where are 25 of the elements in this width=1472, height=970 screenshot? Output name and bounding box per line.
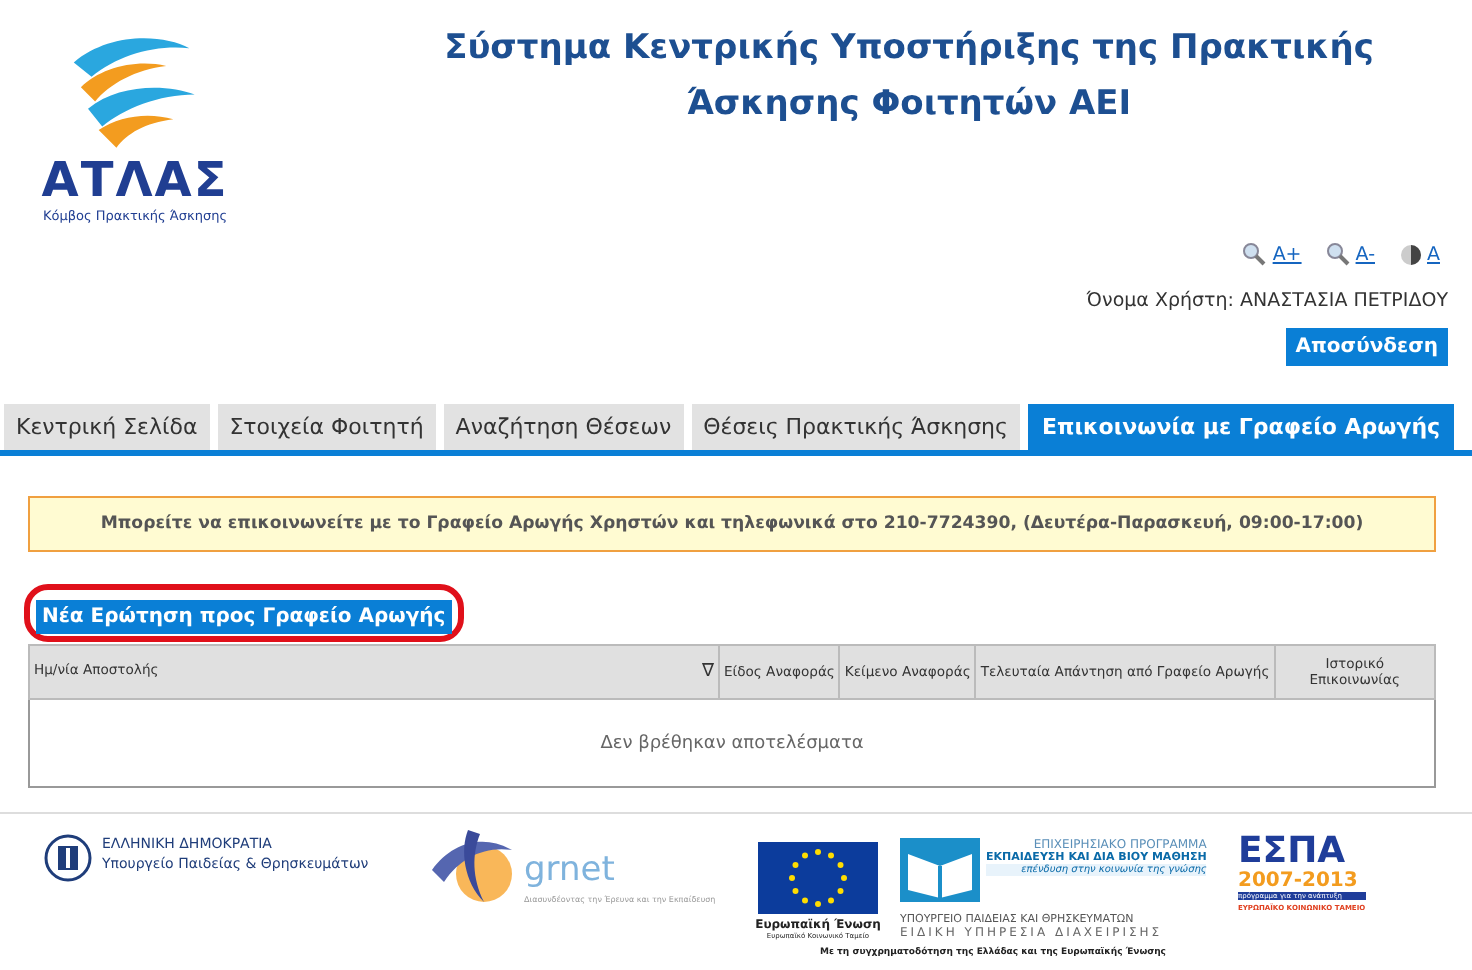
grnet-name: grnet xyxy=(524,850,617,890)
magnifier-icon xyxy=(1242,242,1267,266)
nav-tab[interactable]: Θέσεις Πρακτικής Άσκησης xyxy=(691,404,1020,450)
site-title: Σύστημα Κεντρικής Υποστήριξης της Πρακτικής Άσκησης Φοιτητών ΑΕΙ xyxy=(442,26,1376,128)
sort-icon[interactable]: ∇ xyxy=(701,662,714,682)
nav-tab[interactable]: Κεντρική Σελίδα xyxy=(4,404,210,450)
text-size-link[interactable]: A- xyxy=(1325,242,1375,266)
book-icon xyxy=(900,838,980,902)
help-notice: Μπορείτε να επικοινωνείτε με το Γραφείο Αρωγής Χρηστών και τηλεφωνικά στο 210-7724390, (Δευτέρα-Παρασκευή, 09:00-17:00) xyxy=(28,496,1436,552)
nav-tab[interactable]: Στοιχεία Φοιτητή xyxy=(217,404,436,450)
magnifier-icon xyxy=(1325,242,1350,266)
empty-message: Δεν βρέθηκαν αποτελέσματα xyxy=(29,699,1435,787)
user-name: Όνομα Χρήστη: ΑΝΑΣΤΑΣΙΑ ΠΕΤΡΙΔΟΥ xyxy=(1086,290,1448,312)
text-size-link[interactable]: A+ xyxy=(1242,242,1302,266)
nav-tab[interactable]: Επικοινωνία με Γραφείο Αρωγής xyxy=(1027,404,1455,450)
text-size-link[interactable]: A xyxy=(1399,243,1440,265)
new-question-button[interactable]: Νέα Ερώτηση προς Γραφείο Αρωγής xyxy=(36,600,452,634)
emblem-icon xyxy=(44,834,92,882)
logout-button[interactable]: Αποσύνδεση xyxy=(1285,328,1448,366)
eu-flag-icon xyxy=(758,842,878,914)
espa-name: ΕΣΠΑ xyxy=(1238,834,1346,870)
logo-name: ΑΤΛΑΣ xyxy=(41,152,229,208)
espa-years: 2007-2013 xyxy=(1238,870,1360,892)
nav-tab[interactable]: Αναζήτηση Θέσεων xyxy=(443,404,684,450)
contrast-icon xyxy=(1399,243,1421,265)
